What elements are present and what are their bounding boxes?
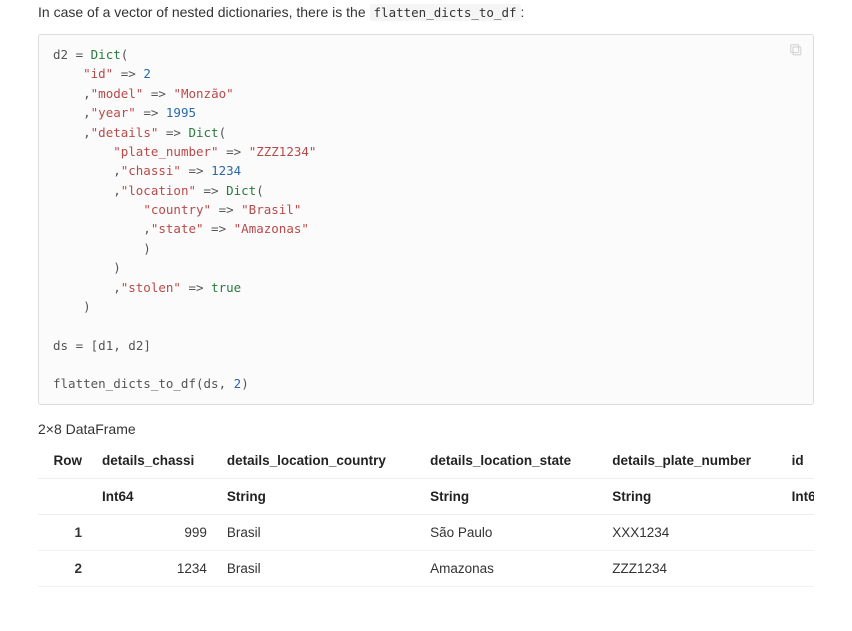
code-block: d2 = Dict( "id" => 2 ,"model" => "Monzão…: [38, 34, 814, 405]
col-header: details_location_country: [227, 443, 430, 479]
dataframe-types-row: Int64StringStringStringInt64String: [38, 478, 814, 514]
cell: Brasil: [227, 514, 430, 550]
cell: 2: [792, 550, 814, 586]
cell: XXX1234: [612, 514, 791, 550]
col-type: String: [227, 478, 430, 514]
cell: 1234: [102, 550, 227, 586]
cell: 999: [102, 514, 227, 550]
cell: Brasil: [227, 550, 430, 586]
dataframe-caption: 2×8 DataFrame: [38, 421, 814, 437]
col-header: details_plate_number: [612, 443, 791, 479]
dataframe-header-row: Rowdetails_chassidetails_location_countr…: [38, 443, 814, 479]
dataframe-scroll[interactable]: Rowdetails_chassidetails_location_countr…: [38, 443, 814, 589]
row-index: 2: [38, 550, 102, 586]
outer-scrollbar[interactable]: [38, 593, 814, 605]
cell: ZZZ1234: [612, 550, 791, 586]
col-type: Int64: [792, 478, 814, 514]
table-row: 21234BrasilAmazonasZZZ12342Monzão: [38, 550, 814, 586]
cell: Amazonas: [430, 550, 612, 586]
copy-icon[interactable]: [789, 43, 803, 57]
code-content: d2 = Dict( "id" => 2 ,"model" => "Monzão…: [53, 45, 799, 394]
cell: São Paulo: [430, 514, 612, 550]
col-header: details_chassi: [102, 443, 227, 479]
intro-prefix: In case of a vector of nested dictionari…: [38, 4, 370, 20]
dataframe-body: 1999BrasilSão PauloXXX12341Kadet21234Bra…: [38, 514, 814, 586]
col-type: String: [612, 478, 791, 514]
col-type: [38, 478, 102, 514]
col-type: String: [430, 478, 612, 514]
row-index: 1: [38, 514, 102, 550]
table-row: 1999BrasilSão PauloXXX12341Kadet: [38, 514, 814, 550]
dataframe-table: Rowdetails_chassidetails_location_countr…: [38, 443, 814, 587]
intro-fn-code: flatten_dicts_to_df: [370, 4, 521, 21]
col-header: details_location_state: [430, 443, 612, 479]
col-type: Int64: [102, 478, 227, 514]
intro-text: In case of a vector of nested dictionari…: [38, 4, 814, 20]
cell: 1: [792, 514, 814, 550]
col-header: Row: [38, 443, 102, 479]
col-header: id: [792, 443, 814, 479]
intro-suffix: :: [521, 4, 525, 20]
